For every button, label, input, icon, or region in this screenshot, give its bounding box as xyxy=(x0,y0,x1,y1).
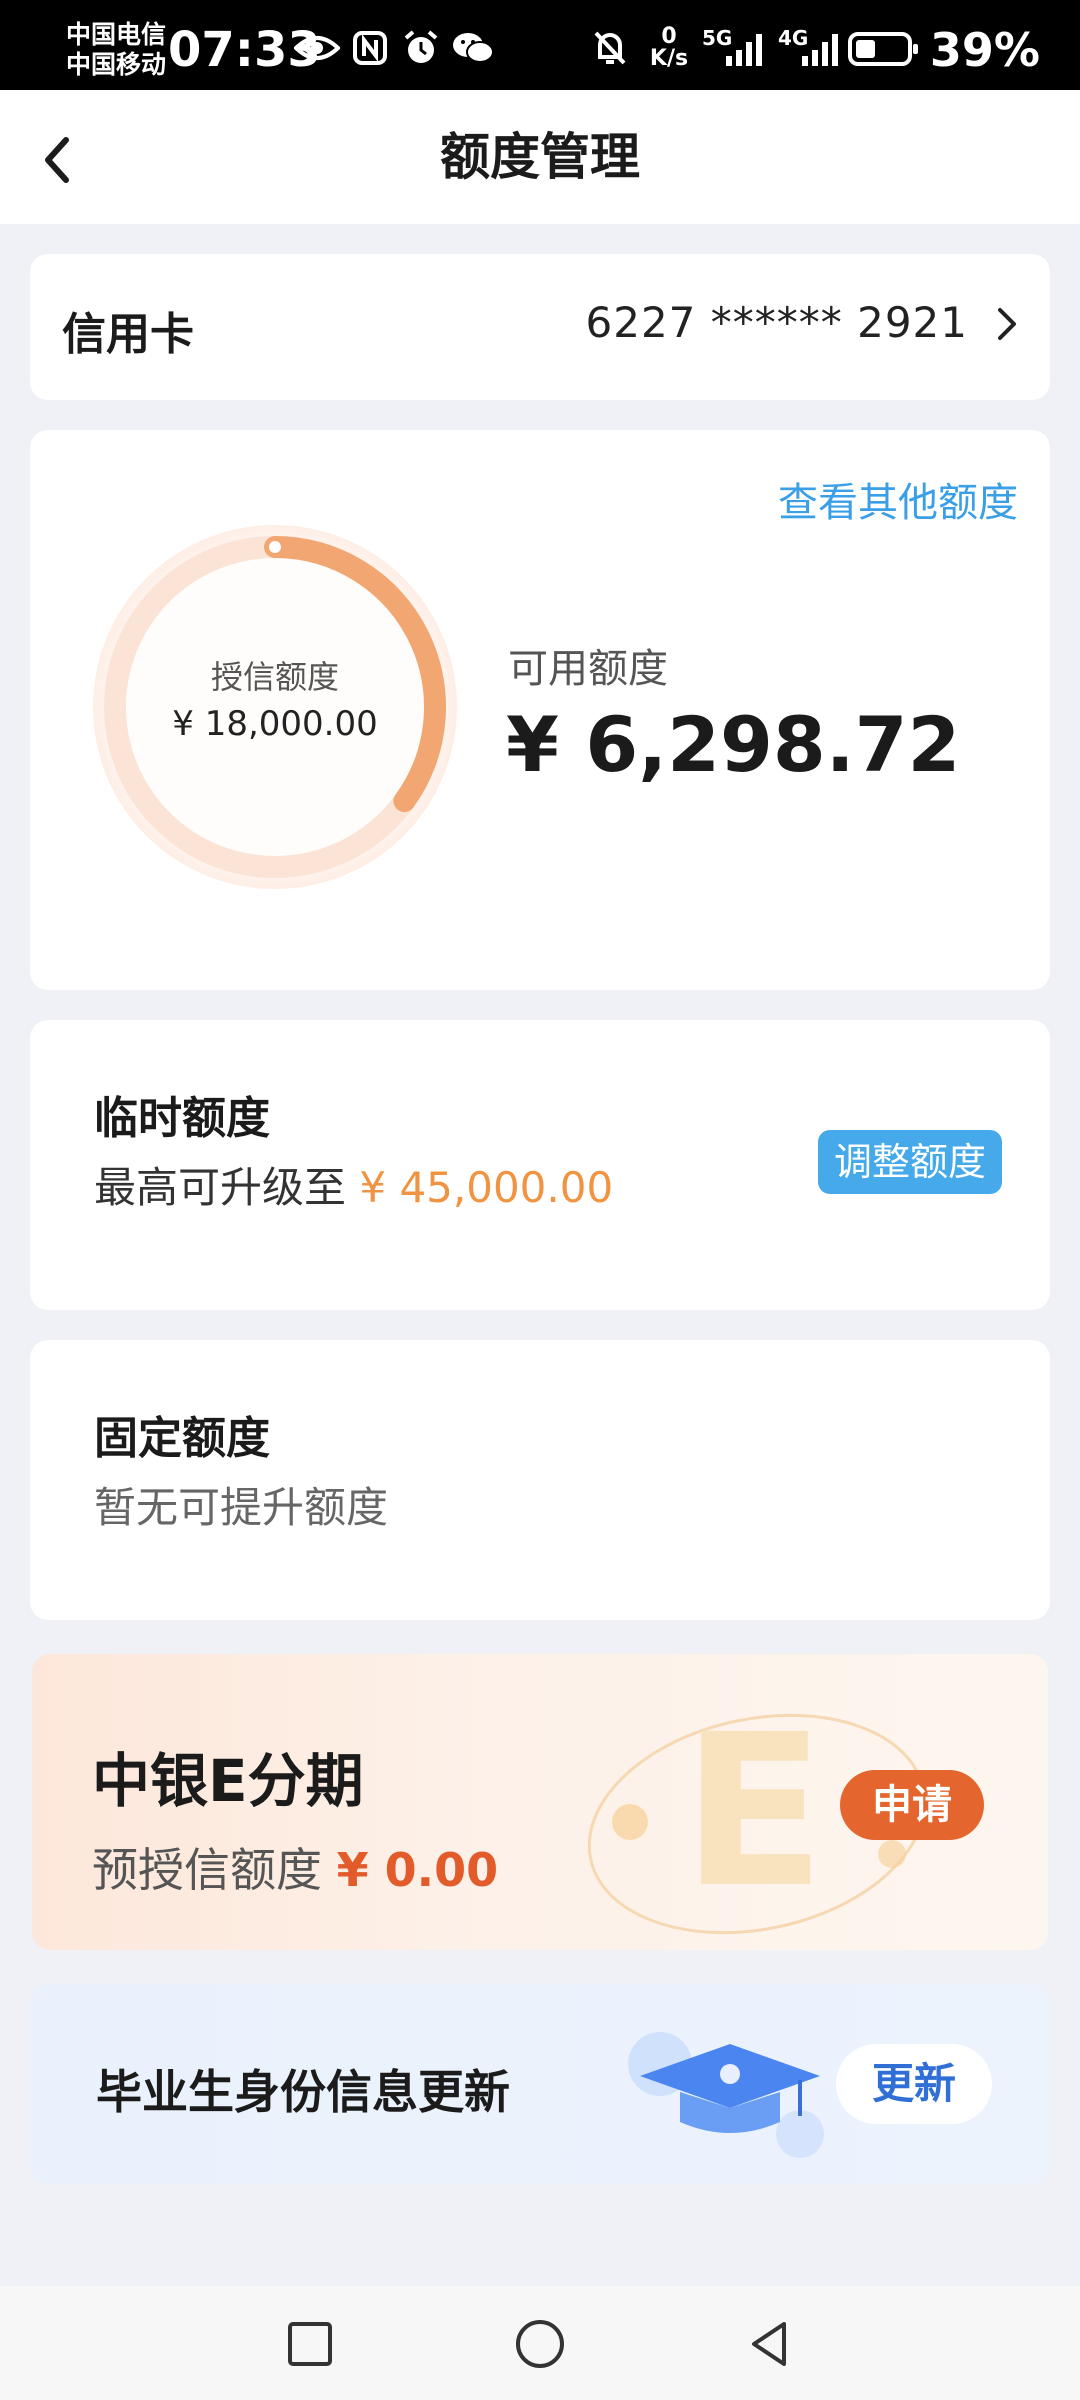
card-type-label: 信用卡 xyxy=(62,309,194,360)
fixed-limit-card: 固定额度 暂无可提升额度 xyxy=(30,1340,1050,1620)
credit-limit-label: 授信额度 xyxy=(210,658,339,696)
chevron-right-icon xyxy=(998,308,1016,340)
available-limit-value: ¥ 6,298.72 xyxy=(506,700,961,789)
temporary-limit-max-amount: ¥ 45,000.00 xyxy=(359,1163,614,1212)
signal-bars-icon xyxy=(726,34,762,66)
net-speed-unit: K/s xyxy=(649,46,689,71)
temporary-limit-sub: 最高可升级至 ¥ 45,000.00 xyxy=(94,1154,613,1215)
circle-icon[interactable] xyxy=(510,2314,570,2374)
temporary-limit-sub-text: 最高可升级至 xyxy=(94,1163,347,1212)
card-number: 6227 ****** 2921 xyxy=(585,298,968,347)
mute-bell-icon xyxy=(590,28,630,68)
svg-text:E: E xyxy=(682,1689,825,1934)
signal-4g: 4G xyxy=(778,26,846,70)
graduate-update-banner[interactable]: 毕业生身份信息更新 更新 xyxy=(30,1984,1050,2184)
installment-sub: 预授信额度 ¥ 0.00 xyxy=(92,1834,498,1900)
limit-card: 查看其他额度 授信额度 ¥ 18,000.00 可用额度 ¥ 6,298.72 xyxy=(30,430,1050,990)
card-selector[interactable]: 信用卡 6227 ****** 2921 xyxy=(30,254,1050,400)
carrier-2: 中国移动 xyxy=(66,50,167,79)
credit-limit-value: ¥ 18,000.00 xyxy=(172,704,378,744)
fixed-limit-sub: 暂无可提升额度 xyxy=(94,1483,389,1532)
carrier-1: 中国电信 xyxy=(66,20,167,49)
signal-5g: 5G xyxy=(702,26,770,70)
eye-icon xyxy=(294,28,340,68)
battery-nub xyxy=(913,44,918,54)
installment-title: 中银E分期 xyxy=(92,1747,364,1815)
net-speed: 0 K/s xyxy=(646,26,692,70)
status-bar: 中国电信 中国移动 07:33 0 K/s 5G 4G 39% xyxy=(0,0,1080,90)
installment-pre-credit-amount: ¥ 0.00 xyxy=(336,1843,499,1897)
update-button[interactable]: 更新 xyxy=(836,2044,992,2124)
installment-banner[interactable]: E 中银E分期 预授信额度 ¥ 0.00 申请 xyxy=(32,1654,1048,1950)
ring-start-dot xyxy=(265,537,285,557)
view-other-limits-link[interactable]: 查看其他额度 xyxy=(778,470,1018,528)
alarm-icon xyxy=(400,28,442,68)
graduate-update-title: 毕业生身份信息更新 xyxy=(96,2065,510,2119)
wechat-icon xyxy=(450,28,496,68)
net-speed-value: 0 xyxy=(661,24,677,49)
signal-bars-icon xyxy=(802,34,838,66)
graduation-cap-icon xyxy=(628,2032,824,2158)
nfc-icon xyxy=(350,28,390,68)
system-nav-bar xyxy=(0,2286,1080,2400)
adjust-limit-button[interactable]: 调整额度 xyxy=(817,1130,1002,1194)
temporary-limit-card: 临时额度 最高可升级至 ¥ 45,000.00 调整额度 xyxy=(30,1020,1050,1310)
square-icon[interactable] xyxy=(280,2314,340,2374)
installment-pre-credit-label: 预授信额度 xyxy=(92,1843,322,1897)
page-title: 额度管理 xyxy=(440,128,640,186)
apply-button[interactable]: 申请 xyxy=(840,1770,984,1840)
triangle-back-icon[interactable] xyxy=(740,2314,800,2374)
available-limit-label: 可用额度 xyxy=(508,646,668,692)
fixed-limit-title: 固定额度 xyxy=(94,1413,270,1464)
battery-icon xyxy=(848,32,918,66)
carrier-names: 中国电信 中国移动 xyxy=(66,20,166,80)
battery-percent: 39% xyxy=(929,23,1040,77)
battery-fill xyxy=(856,40,875,58)
temporary-limit-title: 临时额度 xyxy=(94,1093,270,1144)
